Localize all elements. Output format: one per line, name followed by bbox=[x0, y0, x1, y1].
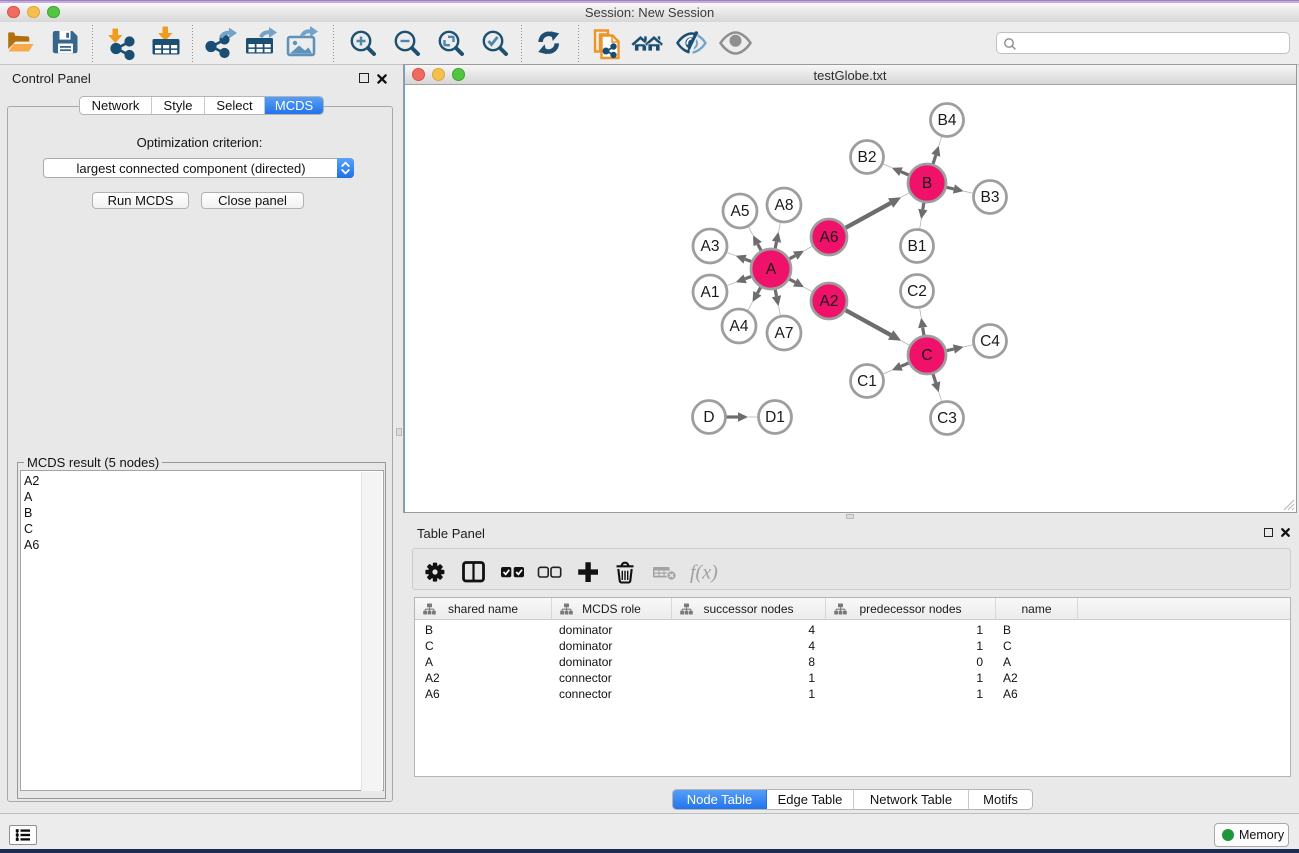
svg-text:B: B bbox=[922, 175, 932, 192]
svg-text:A4: A4 bbox=[730, 318, 749, 335]
svg-text:B2: B2 bbox=[858, 149, 877, 166]
svg-text:A6: A6 bbox=[820, 229, 839, 246]
svg-text:A3: A3 bbox=[701, 238, 720, 255]
svg-text:A: A bbox=[766, 261, 777, 278]
svg-text:A8: A8 bbox=[775, 197, 794, 214]
svg-text:B4: B4 bbox=[938, 112, 957, 129]
svg-text:B3: B3 bbox=[981, 189, 1000, 206]
svg-text:C2: C2 bbox=[907, 283, 927, 300]
svg-text:A1: A1 bbox=[701, 284, 720, 301]
svg-text:A2: A2 bbox=[820, 293, 839, 310]
svg-text:C3: C3 bbox=[937, 410, 957, 427]
svg-text:C4: C4 bbox=[980, 333, 1000, 350]
svg-text:D1: D1 bbox=[765, 409, 785, 426]
svg-text:A7: A7 bbox=[775, 325, 794, 342]
svg-text:D: D bbox=[703, 409, 714, 426]
svg-text:A5: A5 bbox=[731, 203, 750, 220]
svg-text:C1: C1 bbox=[857, 373, 877, 390]
svg-text:f(x): f(x) bbox=[690, 562, 718, 584]
svg-text:B1: B1 bbox=[908, 238, 927, 255]
svg-text:C: C bbox=[921, 347, 932, 364]
